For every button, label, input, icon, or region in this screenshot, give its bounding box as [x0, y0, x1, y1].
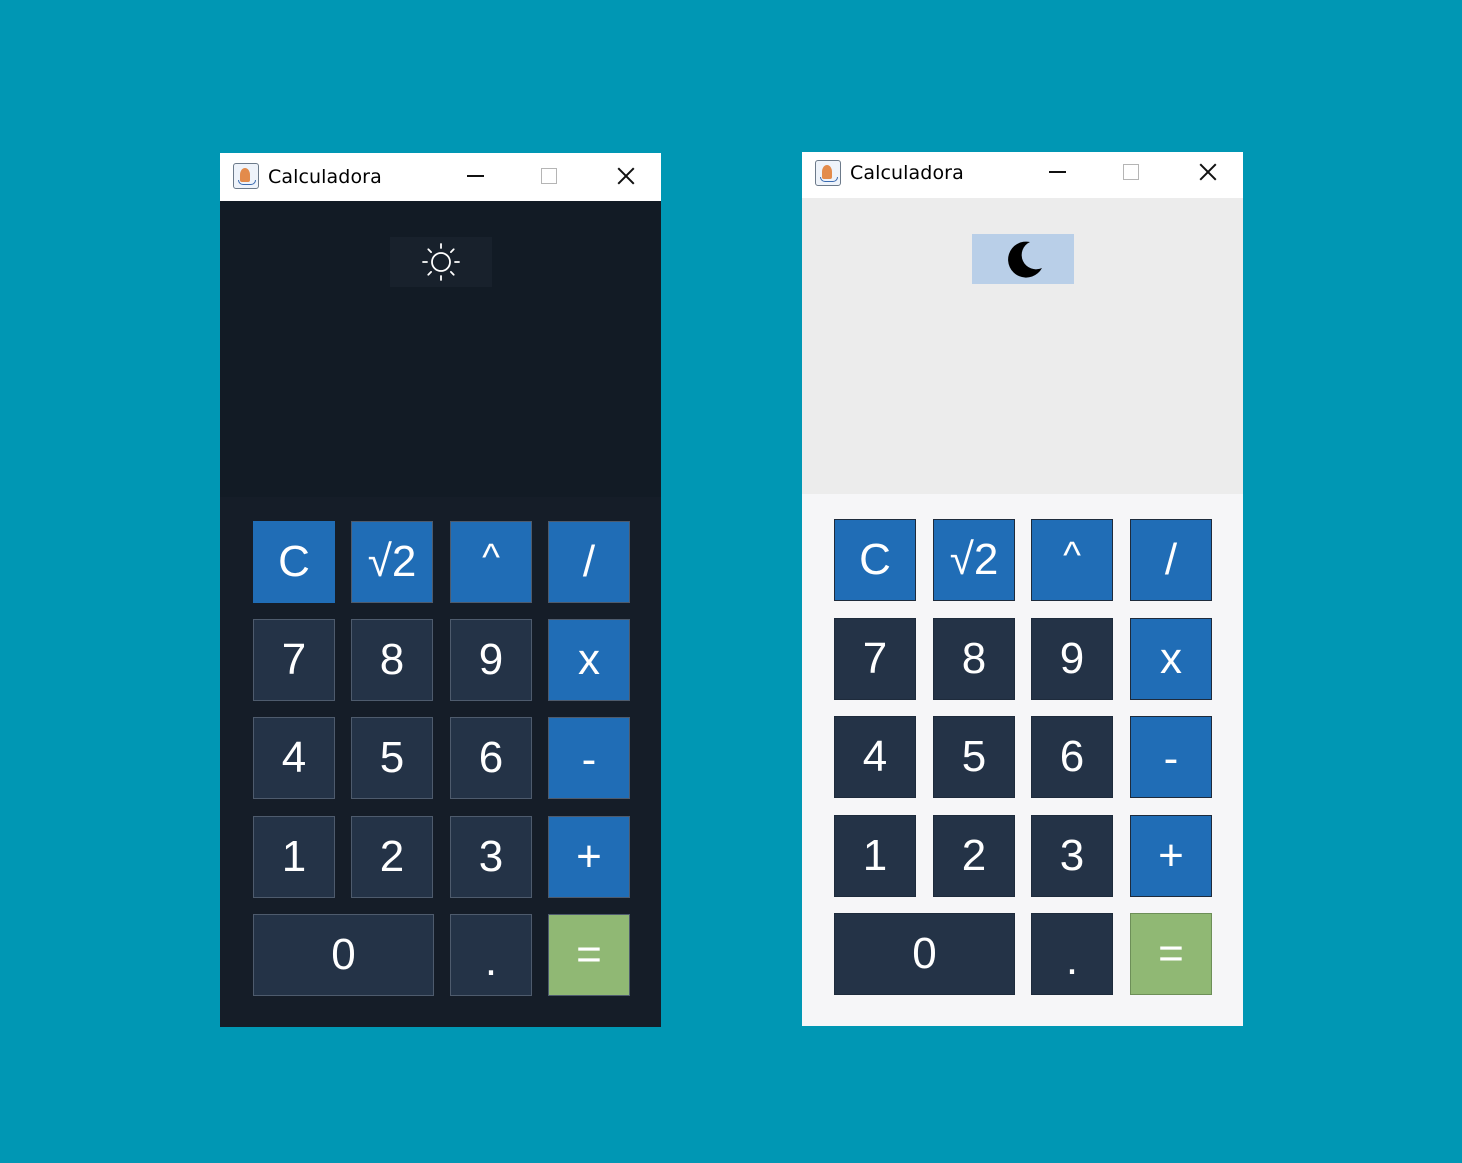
clear-button[interactable]: C [834, 519, 916, 601]
digit-9-button[interactable]: 9 [1031, 618, 1113, 700]
maximize-button[interactable] [520, 153, 580, 199]
add-button[interactable]: + [548, 816, 630, 898]
window-title: Calculadora [850, 162, 964, 184]
close-button[interactable] [1177, 149, 1237, 195]
add-button[interactable]: + [1130, 815, 1212, 897]
digit-4-button[interactable]: 4 [834, 716, 916, 798]
digit-2-button[interactable]: 2 [351, 816, 433, 898]
minimize-button[interactable] [445, 153, 505, 199]
title-bar[interactable]: Calculadora [220, 153, 661, 201]
decimal-button[interactable]: . [1031, 913, 1113, 995]
keypad: C √2 ^ / 7 8 9 x 4 5 6 - 1 2 3 + 0 . = [220, 497, 661, 1027]
power-button[interactable]: ^ [450, 521, 532, 603]
power-button[interactable]: ^ [1031, 519, 1113, 601]
decimal-button[interactable]: . [450, 914, 532, 996]
sqrt2-button[interactable]: √2 [933, 519, 1015, 601]
digit-6-button[interactable]: 6 [450, 717, 532, 799]
multiply-button[interactable]: x [548, 619, 630, 701]
clear-button[interactable]: C [253, 521, 335, 603]
calculator-window-dark: Calculadora C √2 ^ / 7 8 9 x 4 5 6 - 1 2… [220, 153, 661, 1027]
digit-8-button[interactable]: 8 [351, 619, 433, 701]
subtract-button[interactable]: - [548, 717, 630, 799]
digit-8-button[interactable]: 8 [933, 618, 1015, 700]
keypad: C √2 ^ / 7 8 9 x 4 5 6 - 1 2 3 + 0 . = [802, 494, 1243, 1026]
display-panel [220, 201, 661, 497]
digit-6-button[interactable]: 6 [1031, 716, 1113, 798]
digit-4-button[interactable]: 4 [253, 717, 335, 799]
digit-7-button[interactable]: 7 [834, 618, 916, 700]
close-button[interactable] [595, 153, 655, 199]
digit-5-button[interactable]: 5 [351, 717, 433, 799]
multiply-button[interactable]: x [1130, 618, 1212, 700]
sqrt2-button[interactable]: √2 [351, 521, 433, 603]
java-app-icon [815, 160, 841, 186]
minimize-button[interactable] [1027, 149, 1087, 195]
digit-2-button[interactable]: 2 [933, 815, 1015, 897]
digit-3-button[interactable]: 3 [1031, 815, 1113, 897]
window-title: Calculadora [268, 166, 382, 188]
java-app-icon [233, 163, 259, 189]
digit-0-button[interactable]: 0 [253, 914, 434, 996]
equals-button[interactable]: = [548, 914, 630, 996]
digit-3-button[interactable]: 3 [450, 816, 532, 898]
calculator-window-light: Calculadora C √2 ^ / 7 8 9 x 4 5 6 - 1 2… [802, 152, 1243, 1026]
digit-9-button[interactable]: 9 [450, 619, 532, 701]
sun-icon [422, 243, 460, 281]
title-bar[interactable]: Calculadora [802, 152, 1243, 198]
subtract-button[interactable]: - [1130, 716, 1212, 798]
theme-toggle-button[interactable] [390, 237, 492, 287]
divide-button[interactable]: / [1130, 519, 1212, 601]
digit-1-button[interactable]: 1 [253, 816, 335, 898]
equals-button[interactable]: = [1130, 913, 1212, 995]
theme-toggle-button[interactable] [972, 234, 1074, 284]
digit-1-button[interactable]: 1 [834, 815, 916, 897]
display-panel [802, 198, 1243, 494]
moon-icon [1008, 241, 1042, 278]
divide-button[interactable]: / [548, 521, 630, 603]
digit-7-button[interactable]: 7 [253, 619, 335, 701]
maximize-button[interactable] [1102, 149, 1162, 195]
digit-0-button[interactable]: 0 [834, 913, 1015, 995]
digit-5-button[interactable]: 5 [933, 716, 1015, 798]
